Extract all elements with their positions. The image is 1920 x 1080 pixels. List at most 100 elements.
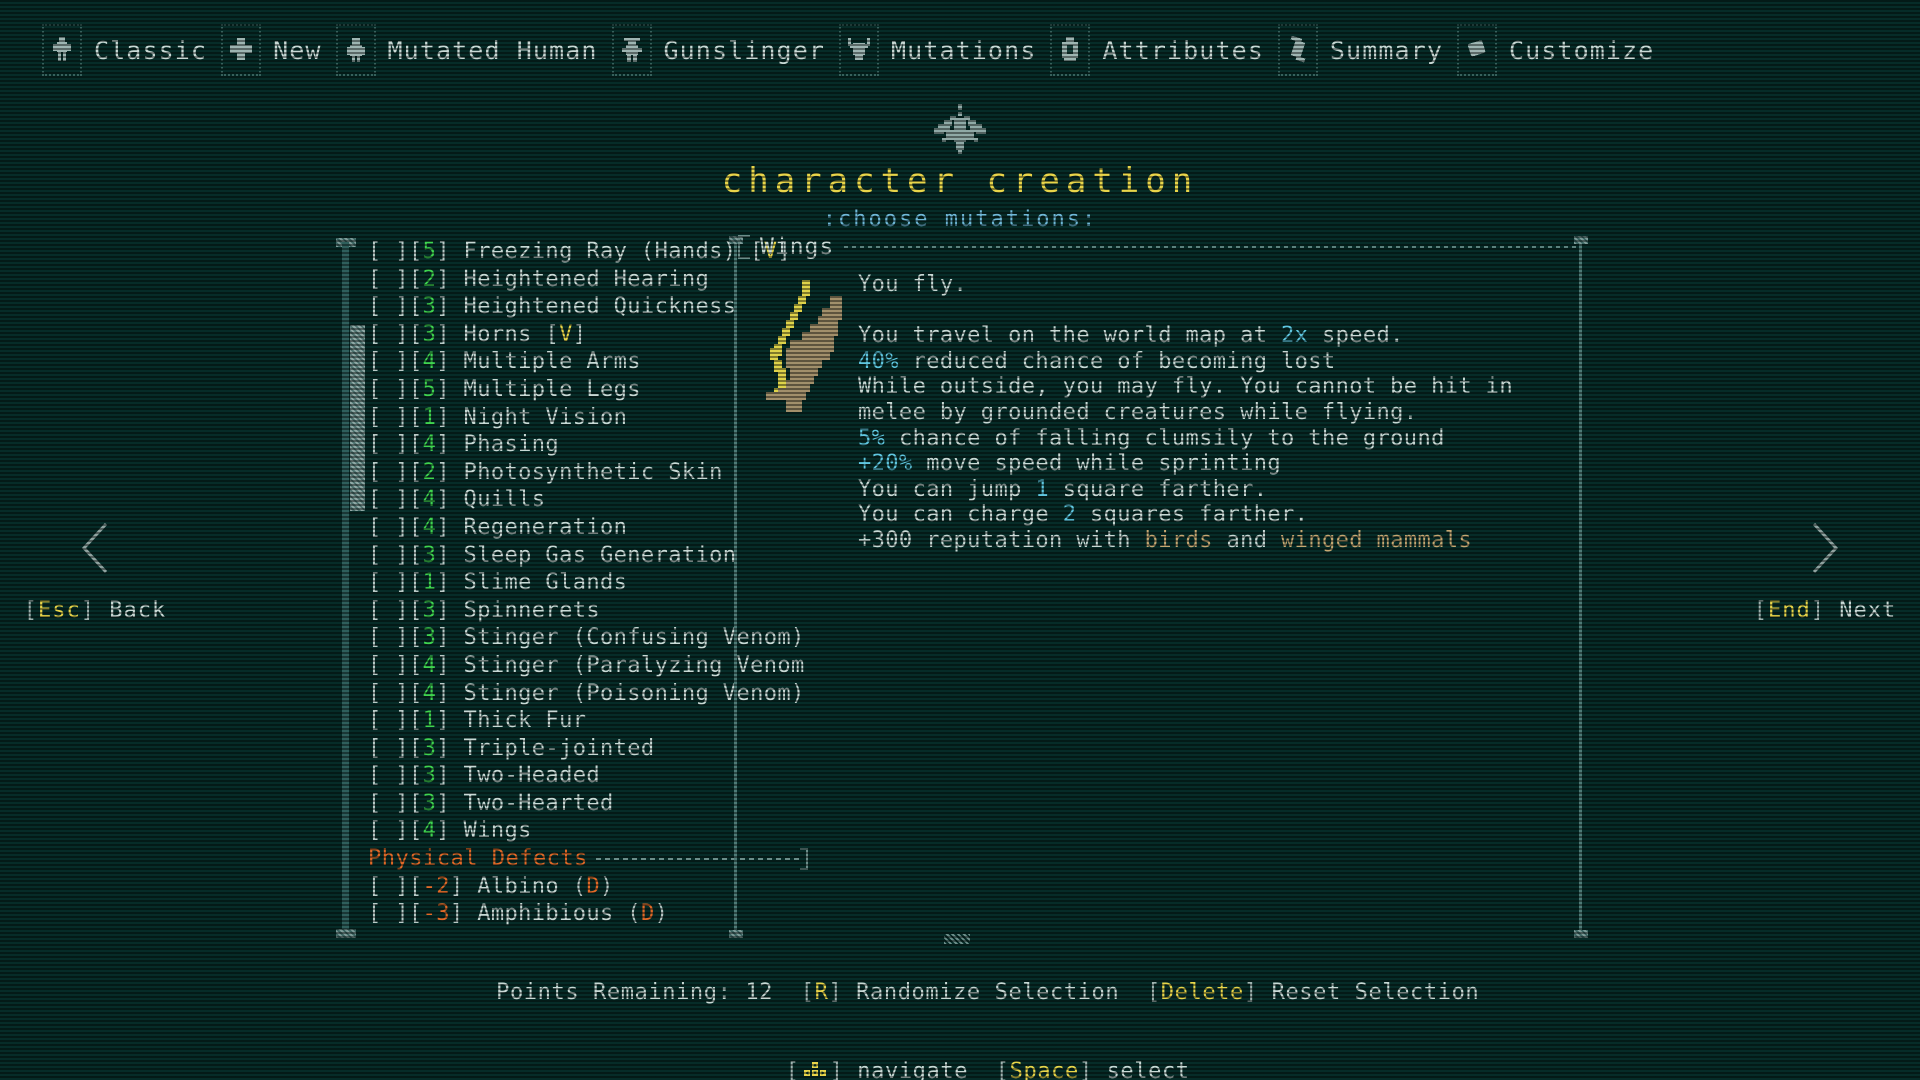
chevron-right-icon xyxy=(1808,520,1842,576)
reset-key: Delete xyxy=(1161,980,1244,1005)
cost-bracket-close: ] xyxy=(436,598,463,623)
tab-attributes[interactable]: Attributes xyxy=(1050,14,1278,86)
mutation-checkbox[interactable]: [ ] xyxy=(368,708,409,733)
cost-bracket-open: [ xyxy=(409,543,423,568)
page-subtitle: :choose mutations: xyxy=(0,204,1920,236)
mutation-checkbox[interactable]: [ ] xyxy=(368,736,409,761)
description-line: You can jump 1 square farther. xyxy=(858,477,1558,503)
tab-mutated-human[interactable]: Mutated Human xyxy=(336,14,612,86)
cost-bracket-close: ] xyxy=(436,681,463,706)
detail-description: You fly. You travel on the world map at 2… xyxy=(858,272,1558,554)
tab-mutations[interactable]: Mutations xyxy=(839,14,1050,86)
mutation-cost: 4 xyxy=(423,653,437,678)
mutation-name: Quills xyxy=(464,487,546,512)
description-line: 5% chance of falling clumsily to the gro… xyxy=(858,426,1558,452)
mutation-checkbox[interactable]: [ ] xyxy=(368,405,409,430)
next-nav-button[interactable]: [End] Next xyxy=(1730,520,1920,623)
mutation-checkbox[interactable]: [ ] xyxy=(368,239,409,264)
cost-bracket-close: ] xyxy=(436,487,463,512)
mutation-cost: 5 xyxy=(423,239,437,264)
tab-gunslinger[interactable]: Gunslinger xyxy=(612,14,840,86)
randomize-key: R xyxy=(815,980,829,1005)
randomize-button[interactable]: Randomize Selection xyxy=(856,980,1119,1005)
cost-bracket-open: [ xyxy=(409,460,423,485)
mutation-checkbox[interactable]: [ ] xyxy=(368,349,409,374)
tab-classic[interactable]: Classic xyxy=(42,14,221,86)
description-line: You can charge 2 squares farther. xyxy=(858,502,1558,528)
description-value: 2 xyxy=(1063,502,1077,527)
description-text: You travel on the world map at xyxy=(858,323,1281,348)
mutation-name: Triple-jointed xyxy=(464,736,655,761)
cost-bracket-open: [ xyxy=(409,625,423,650)
mutation-checkbox[interactable]: [ ] xyxy=(368,874,409,899)
cost-bracket-open: [ xyxy=(409,598,423,623)
back-nav-label: [Esc] Back xyxy=(0,598,190,623)
mutation-checkbox[interactable]: [ ] xyxy=(368,487,409,512)
description-line: +20% move speed while sprinting xyxy=(858,451,1558,477)
torso-icon xyxy=(1050,24,1090,76)
mutation-checkbox[interactable]: [ ] xyxy=(368,322,409,347)
horned-skull-icon xyxy=(839,24,879,76)
cost-bracket-open: [ xyxy=(409,487,423,512)
mutation-checkbox[interactable]: [ ] xyxy=(368,267,409,292)
select-label: select xyxy=(1107,1059,1190,1080)
description-text: speed. xyxy=(1308,323,1404,348)
scrollbar-track[interactable] xyxy=(342,242,349,932)
cost-bracket-open: [ xyxy=(409,681,423,706)
tab-label: Classic xyxy=(94,36,207,65)
mutation-cost: 5 xyxy=(423,377,437,402)
tab-label: New xyxy=(273,36,321,65)
scrollbar-cap-bottom xyxy=(336,929,356,938)
cost-bracket-open: [ xyxy=(409,736,423,761)
mutation-cost: 4 xyxy=(423,349,437,374)
detail-header-divider xyxy=(844,246,1578,248)
back-key: Esc xyxy=(38,598,81,623)
description-text: squares farther. xyxy=(1076,502,1308,527)
mutation-checkbox[interactable]: [ ] xyxy=(368,791,409,816)
points-value: 12 xyxy=(745,980,773,1005)
mutation-checkbox[interactable]: [ ] xyxy=(368,653,409,678)
scrollbar-thumb[interactable] xyxy=(350,325,365,511)
description-line: 40% reduced chance of becoming lost xyxy=(858,349,1558,375)
cost-bracket-close: ] xyxy=(436,349,463,374)
cost-bracket-open: [ xyxy=(409,791,423,816)
mutation-cost: 4 xyxy=(423,818,437,843)
cost-bracket-close: ] xyxy=(436,708,463,733)
tag-bracket-open: ( xyxy=(573,874,587,899)
mutation-checkbox[interactable]: [ ] xyxy=(368,460,409,485)
tag-bracket-open: ( xyxy=(627,901,641,926)
mutation-name: Freezing Ray (Hands) xyxy=(464,239,737,264)
mutation-cost: 4 xyxy=(423,681,437,706)
mutation-checkbox[interactable]: [ ] xyxy=(368,543,409,568)
tab-summary[interactable]: Summary xyxy=(1278,14,1457,86)
cost-bracket-open: [ xyxy=(409,239,423,264)
mutation-cost: 3 xyxy=(423,736,437,761)
mutation-name: Heightened Hearing xyxy=(464,267,710,292)
cost-bracket-close: ] xyxy=(436,543,463,568)
mutation-checkbox[interactable]: [ ] xyxy=(368,763,409,788)
tab-new[interactable]: New xyxy=(221,14,335,86)
mutation-name: Heightened Quickness xyxy=(464,294,737,319)
mutation-checkbox[interactable]: [ ] xyxy=(368,377,409,402)
description-line: +300 reputation with birds and winged ma… xyxy=(858,528,1558,554)
description-text: You fly. xyxy=(858,272,967,297)
mutation-checkbox[interactable]: [ ] xyxy=(368,515,409,540)
mutation-checkbox[interactable]: [ ] xyxy=(368,598,409,623)
reset-button[interactable]: Reset Selection xyxy=(1272,980,1480,1005)
mutation-checkbox[interactable]: [ ] xyxy=(368,570,409,595)
description-text: move speed while sprinting xyxy=(913,451,1281,476)
mutation-checkbox[interactable]: [ ] xyxy=(368,681,409,706)
mutation-checkbox[interactable]: [ ] xyxy=(368,901,409,926)
back-nav-button[interactable]: [Esc] Back xyxy=(0,520,190,623)
cost-bracket-close: ] xyxy=(436,405,463,430)
description-text: chance of falling clumsily to the ground xyxy=(885,426,1444,451)
mutation-name: Sleep Gas Generation xyxy=(464,543,737,568)
mutation-checkbox[interactable]: [ ] xyxy=(368,294,409,319)
mutation-checkbox[interactable]: [ ] xyxy=(368,625,409,650)
mutation-name: Night Vision xyxy=(464,405,628,430)
mutation-name: Multiple Legs xyxy=(464,377,641,402)
mutation-checkbox[interactable]: [ ] xyxy=(368,432,409,457)
mutation-checkbox[interactable]: [ ] xyxy=(368,818,409,843)
tab-customize[interactable]: Customize xyxy=(1457,14,1668,86)
cost-bracket-close: ] xyxy=(436,625,463,650)
